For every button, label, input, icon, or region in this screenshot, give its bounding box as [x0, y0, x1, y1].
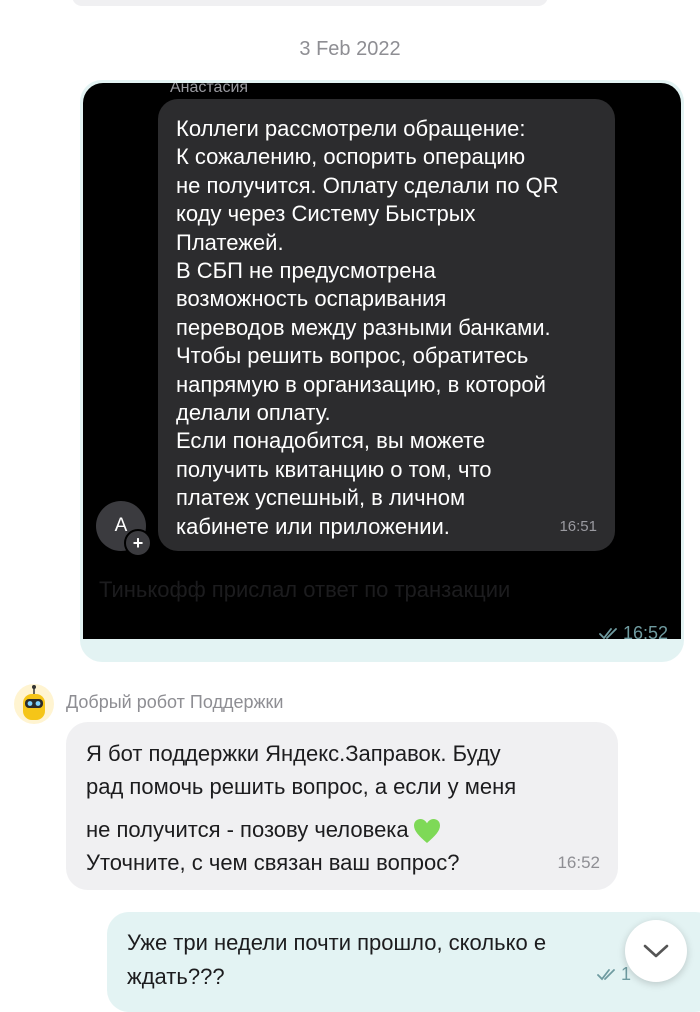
scroll-to-bottom-button[interactable] [625, 920, 687, 982]
outgoing-message-meta: 16:52 [599, 623, 668, 644]
incoming-line-2: рад помочь решить вопрос, а если у меня [86, 774, 517, 799]
double-check-icon [599, 627, 617, 639]
outgoing-message-2-line-2: ждать??? [127, 964, 225, 989]
outgoing-message-bubble-2[interactable]: Уже три недели почти прошло, сколько е ж… [107, 912, 700, 1012]
screenshot-avatar-plus-badge: + [124, 529, 152, 557]
bot-sender-name: Добрый робот Поддержки [66, 692, 284, 712]
incoming-line-3: не получится - позову человека [86, 817, 409, 842]
previous-message-bubble [72, 0, 548, 6]
incoming-message-time: 16:52 [557, 853, 600, 872]
incoming-message-bubble[interactable]: Я бот поддержки Яндекс.Заправок. Буду ра… [66, 722, 618, 890]
chevron-down-icon [643, 944, 669, 958]
screenshot-message-text: Коллеги рассмотрели обращение: К сожален… [176, 116, 559, 539]
double-check-icon [597, 968, 615, 980]
green-heart-icon [413, 819, 440, 844]
incoming-line-3-wrap: не получится - позову человека [86, 813, 616, 846]
screenshot-message-time: 16:51 [559, 518, 597, 535]
robot-icon [23, 685, 45, 720]
attached-screenshot[interactable]: Анастасия Коллеги рассмотрели обращение:… [83, 83, 681, 639]
incoming-line-4: Уточните, с чем связан ваш вопрос? [86, 850, 460, 875]
outgoing-message-2-text: Уже три недели почти прошло, сколько е ж… [127, 926, 647, 994]
outgoing-message-2-line-1: Уже три недели почти прошло, сколько е [127, 930, 547, 955]
incoming-message-text: Я бот поддержки Яндекс.Заправок. Буду ра… [86, 737, 616, 879]
outgoing-image-message[interactable]: Анастасия Коллеги рассмотрели обращение:… [80, 80, 684, 662]
outgoing-message-time: 16:52 [622, 623, 668, 643]
date-separator: 3 Feb 2022 [299, 38, 401, 60]
screenshot-sender-name: Анастасия [170, 83, 249, 96]
screenshot-message-bubble: Коллеги рассмотрели обращение: К сожален… [158, 99, 615, 551]
outgoing-message-2-meta: 1 [597, 964, 631, 985]
outgoing-caption: Тинькофф прислал ответ по транзакции [99, 577, 511, 602]
incoming-line-1: Я бот поддержки Яндекс.Заправок. Буду [86, 741, 501, 766]
bot-avatar[interactable] [14, 684, 54, 724]
